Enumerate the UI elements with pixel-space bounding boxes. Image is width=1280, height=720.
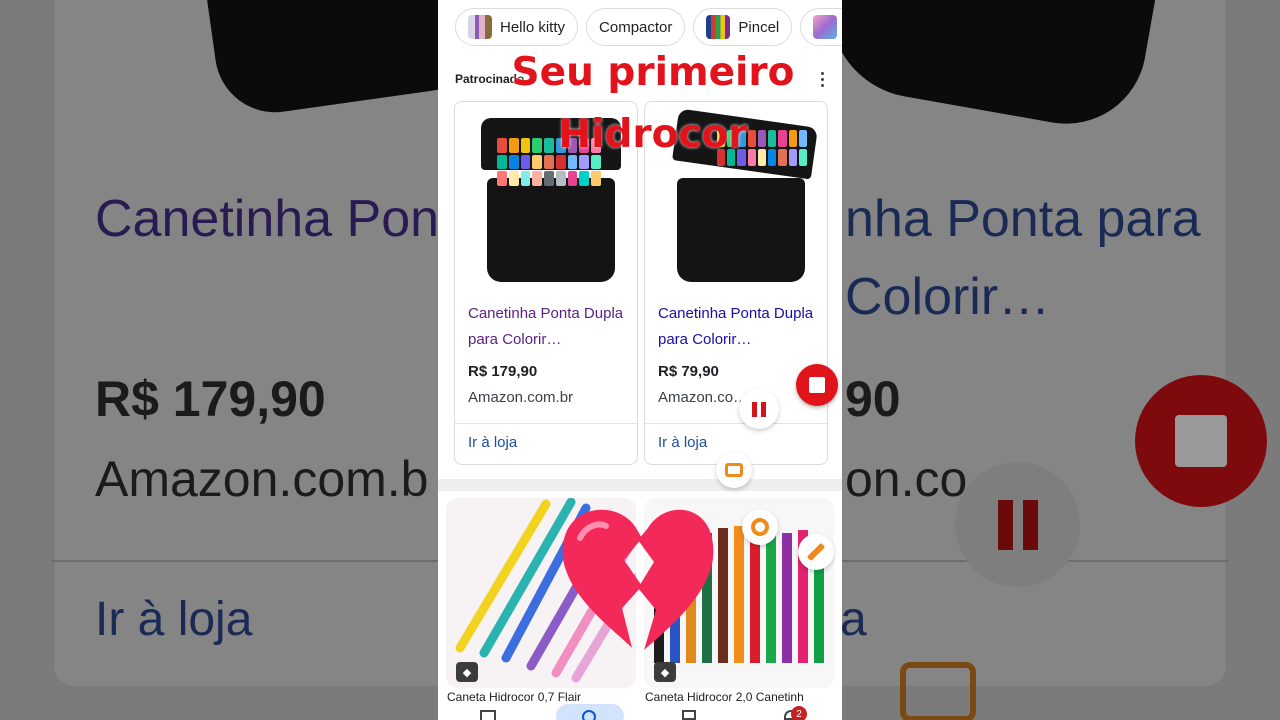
go-to-store-link[interactable]: Ir à loja	[658, 434, 707, 451]
tag-icon: ◆	[456, 662, 478, 682]
more-options-icon[interactable]	[815, 70, 829, 88]
camera-icon	[725, 463, 743, 477]
chip-partial[interactable]: P	[800, 8, 842, 46]
go-to-store-link[interactable]: Ir à loja	[468, 434, 517, 451]
product-title[interactable]: Canetinha Ponta Dupla para Colorir…	[658, 301, 818, 353]
video-caption: Seu primeiro Hidrocor	[511, 50, 795, 157]
chip-thumbnail	[813, 15, 838, 39]
chip-hello-kitty[interactable]: Hello kitty	[455, 8, 579, 46]
brush-button[interactable]	[798, 534, 834, 570]
home-icon[interactable]	[480, 710, 496, 720]
webcam-icon	[751, 518, 769, 536]
background-stop-icon	[1135, 375, 1267, 507]
screenshot-button[interactable]	[716, 452, 752, 488]
phone-screen: Hello kitty Compactor Pincel P Patrocina…	[438, 0, 842, 720]
background-link-right: a	[840, 593, 867, 646]
card-divider	[645, 423, 827, 424]
collections-icon[interactable]	[682, 710, 696, 720]
background-price-right: 90	[845, 371, 901, 427]
card-divider	[455, 423, 637, 424]
webcam-button[interactable]	[742, 509, 778, 545]
background-store-right: on.co	[845, 451, 968, 507]
product-store: Amazon.com.br	[468, 389, 574, 406]
product-store: Amazon.co…	[658, 389, 749, 406]
tile-caption[interactable]: Caneta Hidrocor 2,0 Canetinh	[645, 690, 835, 704]
product-title[interactable]: Canetinha Ponta Dupla para Colorir…	[468, 301, 628, 353]
background-title-right: nha Ponta para Colorir…	[845, 190, 1201, 326]
broken-heart-icon	[562, 509, 714, 650]
bag-body	[487, 178, 615, 282]
chip-label: Hello kitty	[500, 18, 566, 36]
bottom-navigation: 2	[438, 704, 842, 720]
pause-recording-button[interactable]	[739, 389, 779, 429]
chip-label: Pincel	[738, 18, 780, 36]
background-link-left: Ir à loja	[95, 593, 253, 646]
section-divider	[438, 479, 842, 491]
background-price-left: R$ 179,90	[95, 371, 326, 427]
search-tab[interactable]	[556, 704, 624, 720]
product-price: R$ 79,90	[658, 363, 719, 380]
chip-pincel[interactable]: Pincel	[693, 8, 793, 46]
background-pause-icon	[955, 462, 1080, 587]
tag-icon: ◆	[654, 662, 676, 682]
tile-caption[interactable]: Caneta Hidrocor 0,7 Flair	[447, 690, 637, 704]
notification-badge: 2	[791, 706, 807, 720]
background-store-left: Amazon.com.b	[95, 451, 429, 507]
chip-compactor[interactable]: Compactor	[586, 8, 686, 46]
search-icon	[582, 710, 596, 720]
stop-recording-button[interactable]	[796, 364, 838, 406]
product-price: R$ 179,90	[468, 363, 538, 380]
brush-icon	[806, 542, 826, 562]
chip-label: Compactor	[599, 18, 673, 36]
background-camera-icon	[900, 662, 976, 720]
bag-body	[677, 178, 805, 282]
chip-thumbnail	[706, 15, 731, 39]
chip-thumbnail	[468, 15, 492, 39]
